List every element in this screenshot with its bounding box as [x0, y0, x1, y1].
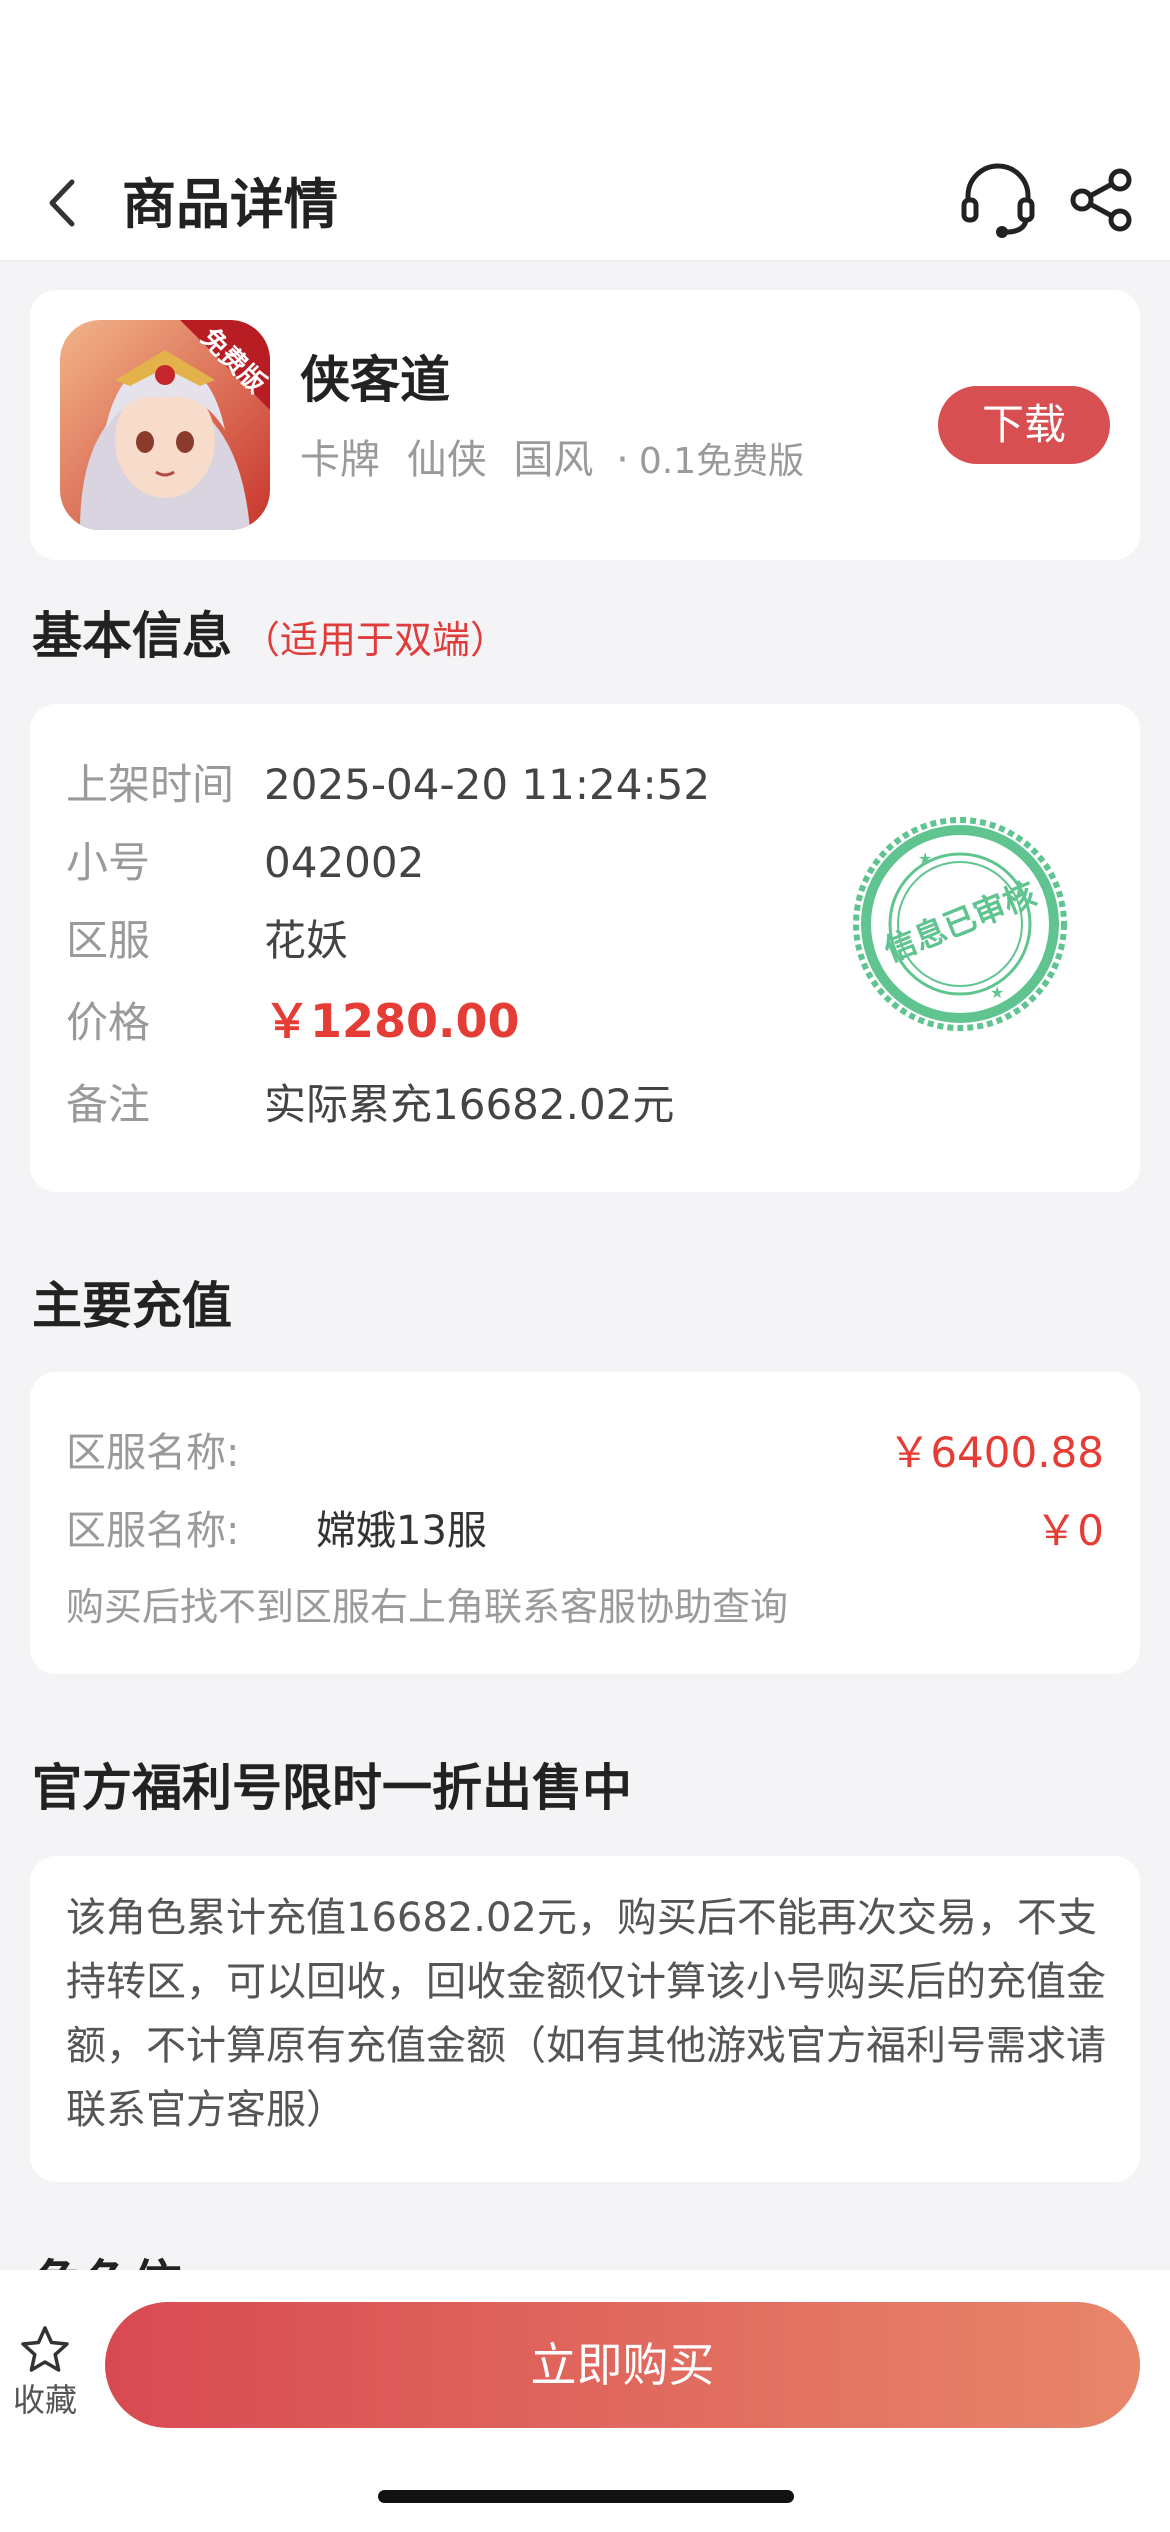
welfare-description: 该角色累计充值16682.02元，购买后不能再次交易，不支持转区，可以回收，回收… — [66, 1895, 1106, 2133]
info-label: 价格 — [66, 998, 151, 1047]
info-label: 小号 — [66, 838, 151, 887]
basic-info-title: 基本信息 — [32, 607, 232, 665]
favorite-button[interactable]: 收藏 — [10, 2324, 80, 2420]
svg-text:★: ★ — [990, 983, 1004, 1002]
info-row-remark: 备注 实际累充16682.02元 — [66, 1078, 674, 1132]
download-button[interactable]: 下载 — [938, 386, 1110, 464]
recharge-hint: 购买后找不到区服右上角联系客服协助查询 — [66, 1585, 789, 1629]
game-tags: 卡牌 仙侠 国风 · 0.1免费版 — [300, 435, 804, 487]
customer-service-button[interactable] — [958, 160, 1038, 240]
game-name: 侠客道 — [300, 351, 450, 409]
status-bar — [0, 0, 1170, 150]
home-indicator — [378, 2490, 794, 2503]
info-value: 实际累充16682.02元 — [264, 1080, 675, 1129]
welfare-card: 该角色累计充值16682.02元，购买后不能再次交易，不支持转区，可以回收，回收… — [30, 1856, 1140, 2182]
info-value: 2025-04-20 11:24:52 — [264, 760, 711, 809]
info-row-price: 价格 ￥1280.00 — [66, 994, 520, 1050]
svg-text:★: ★ — [918, 849, 932, 868]
share-button[interactable] — [1062, 160, 1142, 240]
game-tag: 卡牌 — [300, 437, 380, 483]
share-icon — [1070, 168, 1132, 232]
tag-separator: · — [616, 437, 629, 483]
basic-info-subtitle: （适用于双端） — [242, 618, 509, 662]
game-tag: 仙侠 — [406, 437, 487, 483]
recharge-card: 区服名称: ￥6400.88 区服名称: 嫦娥13服 ￥0 购买后找不到区服右上… — [30, 1372, 1140, 1674]
info-row-account: 小号 042002 — [66, 836, 424, 890]
info-row-server: 区服 花妖 — [66, 914, 348, 968]
recharge-server-name: 嫦娥13服 — [316, 1508, 487, 1554]
info-label: 区服 — [66, 916, 151, 965]
info-label: 上架时间 — [66, 760, 235, 809]
basic-info-card: 上架时间 2025-04-20 11:24:52 小号 042002 区服 花妖 价格… — [30, 704, 1140, 1192]
price-value: ￥1280.00 — [264, 994, 520, 1048]
game-card: 免费版 侠客道 卡牌 仙侠 国风 · 0.1免费版 下载 — [30, 290, 1140, 560]
favorite-label: 收藏 — [12, 2381, 77, 2419]
star-icon — [21, 2326, 69, 2372]
headset-icon — [961, 163, 1035, 238]
basic-info-heading: 基本信息 （适用于双端） — [32, 606, 508, 670]
back-button[interactable] — [40, 178, 90, 228]
page-title: 商品详情 — [122, 173, 338, 236]
buy-now-button[interactable]: 立即购买 — [105, 2302, 1140, 2428]
recharge-server-label: 区服名称: — [66, 1430, 240, 1476]
game-version: 0.1免费版 — [638, 441, 805, 482]
welfare-title: 官方福利号限时一折出售中 — [32, 1759, 632, 1817]
info-value: 042002 — [264, 838, 425, 887]
game-tag: 国风 — [513, 437, 594, 483]
info-label: 备注 — [66, 1080, 151, 1129]
info-row-listed-time: 上架时间 2025-04-20 11:24:52 — [66, 758, 710, 812]
verified-stamp: ★ ★ 信息已审核 — [850, 814, 1070, 1034]
info-value: 花妖 — [264, 916, 349, 965]
recharge-server-label: 区服名称: — [66, 1508, 240, 1554]
top-nav: 商品详情 — [0, 150, 1170, 262]
recharge-title: 主要充值 — [32, 1277, 232, 1335]
game-app-icon[interactable]: 免费版 — [60, 320, 270, 530]
recharge-amount: ￥6400.88 — [888, 1428, 1104, 1477]
recharge-amount: ￥0 — [1035, 1506, 1104, 1555]
chevron-left-icon — [49, 179, 75, 227]
